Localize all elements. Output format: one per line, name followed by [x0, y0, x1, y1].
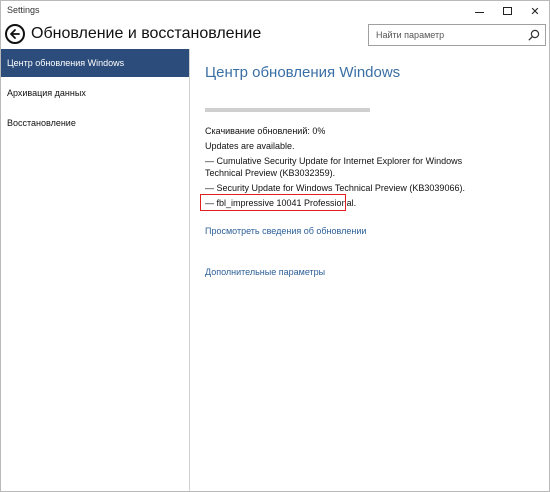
update-item: — Cumulative Security Update for Interne… [205, 156, 463, 166]
sidebar: Центр обновления Windows Архивация данны… [1, 49, 190, 491]
arrow-left-icon [10, 29, 20, 39]
sidebar-item-windows-update[interactable]: Центр обновления Windows [1, 49, 189, 77]
updates-available-text: Updates are available. [205, 141, 295, 151]
download-progress-bar [205, 108, 370, 112]
sidebar-item-label: Восстановление [7, 118, 76, 128]
highlight-rectangle [200, 194, 346, 211]
sidebar-item-recovery[interactable]: Восстановление [1, 109, 189, 137]
page-title: Обновление и восстановление [31, 25, 262, 42]
sidebar-item-label: Архивация данных [7, 88, 86, 98]
view-update-details-link[interactable]: Просмотреть сведения об обновлении [205, 226, 366, 236]
update-item-continued: Technical Preview (KB3032359). [205, 168, 336, 178]
update-item: — Security Update for Windows Technical … [205, 183, 465, 193]
maximize-icon [502, 7, 512, 15]
minimize-icon [474, 11, 484, 13]
settings-window: Settings ✕ Обновление и восстановление Ц… [0, 0, 550, 492]
minimize-button[interactable] [465, 1, 493, 21]
section-title: Центр обновления Windows [205, 64, 401, 81]
search-box[interactable] [368, 24, 546, 46]
advanced-options-link[interactable]: Дополнительные параметры [205, 267, 325, 277]
window-title: Settings [7, 5, 40, 15]
page-header: Обновление и восстановление [1, 21, 549, 49]
search-icon[interactable] [528, 29, 540, 41]
close-button[interactable]: ✕ [521, 1, 549, 21]
sidebar-item-label: Центр обновления Windows [7, 58, 125, 68]
download-status: Скачивание обновлений: 0% [205, 126, 326, 136]
maximize-button[interactable] [493, 1, 521, 21]
close-icon: ✕ [530, 5, 540, 18]
search-input[interactable] [369, 25, 519, 45]
back-button[interactable] [5, 24, 25, 44]
title-bar: Settings ✕ [1, 1, 549, 21]
sidebar-item-backup[interactable]: Архивация данных [1, 79, 189, 107]
